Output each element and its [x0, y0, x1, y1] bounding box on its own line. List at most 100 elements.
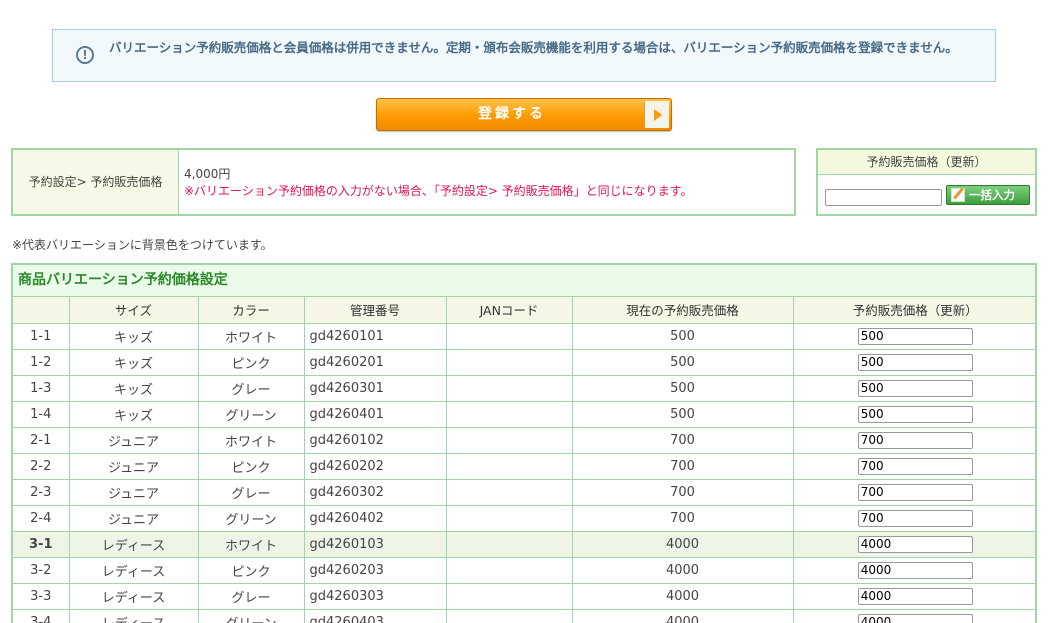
row-color: ピンク: [198, 349, 304, 375]
register-button[interactable]: 登録する: [376, 98, 672, 131]
row-current-price: 700: [572, 479, 793, 505]
row-size: ジュニア: [69, 505, 198, 531]
update-price-input[interactable]: [858, 588, 973, 605]
row-num: 1-1: [13, 323, 69, 349]
update-price-input[interactable]: [858, 614, 973, 623]
row-code: gd4260302: [304, 479, 446, 505]
row-size: レディース: [69, 557, 198, 583]
row-update-cell: [793, 349, 1037, 375]
setting-note: ※バリエーション予約価格の入力がない場合、「予約設定> 予約販売価格」と同じにな…: [184, 182, 693, 199]
row-code: gd4260401: [304, 401, 446, 427]
col-header-current-price: 現在の予約販売価格: [572, 297, 793, 323]
table-row: 3-3レディースグレーgd42603034000: [13, 583, 1037, 609]
row-update-cell: [793, 453, 1037, 479]
row-jan: [446, 557, 572, 583]
row-num: 3-3: [13, 583, 69, 609]
update-price-input[interactable]: [858, 432, 973, 449]
row-color: グリーン: [198, 401, 304, 427]
row-code: gd4260301: [304, 375, 446, 401]
row-num: 2-2: [13, 453, 69, 479]
row-code: gd4260102: [304, 427, 446, 453]
update-price-input[interactable]: [858, 510, 973, 527]
row-current-price: 500: [572, 323, 793, 349]
bulk-header: 予約販売価格（更新）: [818, 150, 1035, 175]
bulk-apply-button[interactable]: 一括入力: [946, 185, 1030, 205]
row-jan: [446, 349, 572, 375]
row-size: ジュニア: [69, 427, 198, 453]
row-num: 3-1: [13, 531, 69, 557]
table-row: 1-3キッズグレーgd4260301500: [13, 375, 1037, 401]
row-num: 1-3: [13, 375, 69, 401]
row-code: gd4260203: [304, 557, 446, 583]
row-jan: [446, 453, 572, 479]
row-color: ホワイト: [198, 427, 304, 453]
table-title: 商品バリエーション予約価格設定: [13, 265, 1035, 297]
update-price-input[interactable]: [858, 484, 973, 501]
row-jan: [446, 609, 572, 623]
row-code: gd4260103: [304, 531, 446, 557]
row-current-price: 4000: [572, 609, 793, 623]
update-price-input[interactable]: [858, 458, 973, 475]
row-current-price: 500: [572, 349, 793, 375]
table-row-representative: 3-1レディースホワイトgd42601034000: [13, 531, 1037, 557]
table-row: 3-4レディースグリーンgd42604034000: [13, 609, 1037, 623]
col-header-update-price: 予約販売価格（更新）: [793, 297, 1037, 323]
col-header-jan: JANコード: [446, 297, 572, 323]
row-size: キッズ: [69, 349, 198, 375]
row-num: 2-3: [13, 479, 69, 505]
row-jan: [446, 401, 572, 427]
row-num: 1-2: [13, 349, 69, 375]
row-code: gd4260402: [304, 505, 446, 531]
row-color: グリーン: [198, 505, 304, 531]
bulk-price-input[interactable]: [825, 189, 942, 206]
row-update-cell: [793, 401, 1037, 427]
row-color: ホワイト: [198, 531, 304, 557]
register-button-label: 登録する: [478, 106, 546, 122]
row-current-price: 4000: [572, 583, 793, 609]
row-update-cell: [793, 375, 1037, 401]
row-update-cell: [793, 531, 1037, 557]
update-price-input[interactable]: [858, 562, 973, 579]
table-row: 2-2ジュニアピンクgd4260202700: [13, 453, 1037, 479]
row-code: gd4260201: [304, 349, 446, 375]
bulk-apply-label: 一括入力: [969, 188, 1015, 202]
row-current-price: 500: [572, 401, 793, 427]
row-current-price: 4000: [572, 531, 793, 557]
row-color: グレー: [198, 479, 304, 505]
update-price-input[interactable]: [858, 328, 973, 345]
col-header-color: カラー: [198, 297, 304, 323]
row-num: 1-4: [13, 401, 69, 427]
update-price-input[interactable]: [858, 380, 973, 397]
update-price-input[interactable]: [858, 354, 973, 371]
notice-text: バリエーション予約販売価格と会員価格は併用できません。定期・頒布会販売機能を利用…: [109, 40, 979, 55]
row-size: レディース: [69, 583, 198, 609]
variation-price-table: 商品バリエーション予約価格設定 サイズ カラー 管理番号 JANコード 現在の予…: [11, 263, 1037, 623]
col-header-size: サイズ: [69, 297, 198, 323]
setting-value: 4,000円: [184, 165, 230, 182]
row-update-cell: [793, 557, 1037, 583]
table-row: 2-1ジュニアホワイトgd4260102700: [13, 427, 1037, 453]
row-code: gd4260303: [304, 583, 446, 609]
table-row: 3-2レディースピンクgd42602034000: [13, 557, 1037, 583]
row-size: キッズ: [69, 375, 198, 401]
update-price-input[interactable]: [858, 536, 973, 553]
row-num: 2-4: [13, 505, 69, 531]
arrow-right-icon: [644, 101, 669, 128]
row-update-cell: [793, 609, 1037, 623]
row-current-price: 700: [572, 453, 793, 479]
row-color: グレー: [198, 375, 304, 401]
col-header-code: 管理番号: [304, 297, 446, 323]
row-current-price: 700: [572, 505, 793, 531]
row-update-cell: [793, 583, 1037, 609]
row-update-cell: [793, 323, 1037, 349]
row-size: ジュニア: [69, 479, 198, 505]
notice-box: ! バリエーション予約販売価格と会員価格は併用できません。定期・頒布会販売機能を…: [52, 29, 996, 82]
row-color: ピンク: [198, 557, 304, 583]
row-color: ホワイト: [198, 323, 304, 349]
table-row: 2-3ジュニアグレーgd4260302 700: [13, 479, 1037, 505]
row-size: ジュニア: [69, 453, 198, 479]
row-size: レディース: [69, 609, 198, 623]
row-update-cell: [793, 479, 1037, 505]
update-price-input[interactable]: [858, 406, 973, 423]
row-jan: [446, 531, 572, 557]
